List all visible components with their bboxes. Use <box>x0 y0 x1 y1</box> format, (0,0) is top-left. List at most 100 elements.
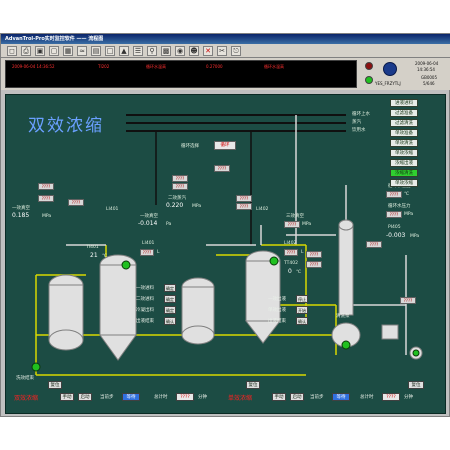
alarm-value: 0.27000 <box>206 64 223 69</box>
process-diagram: 双效浓缩 循环上水 蒸汽 饮用水 循环选择 循环 一效真空 0.185 MPa … <box>5 94 446 414</box>
side-btn-7[interactable]: 浓缩清洗 <box>390 169 418 177</box>
print-icon[interactable]: ⎙ <box>21 45 31 56</box>
ctl-left-button-1[interactable]: 确定 <box>164 295 176 303</box>
folder-icon[interactable]: ◻ <box>7 45 17 56</box>
q-box-6: ???? <box>214 165 230 172</box>
q-box-2: ???? <box>38 195 54 202</box>
side-btn-5[interactable]: 单效浓缩 <box>390 149 418 157</box>
right-press-label: 循环水压力 <box>388 204 411 209</box>
right-total-time-label: 总计时 <box>360 395 374 400</box>
pressure-label-1: 一效真空 <box>12 206 30 211</box>
right-temp-value: ???? <box>386 191 402 198</box>
side-btn-3[interactable]: 单效准备 <box>390 129 418 137</box>
alarm-datetime: 2009-06-04 14:36:52 <box>12 64 55 69</box>
app-window: AdvanTrol-Pro实时监控软件 —— 流程图 ◻ ⎙ ▣ ▢ ▦ ≈ ▤… <box>0 33 450 417</box>
reset-left-button[interactable]: 复位 <box>48 381 62 389</box>
left-section-title: 双效浓缩 <box>14 395 39 402</box>
level-unit: L <box>157 250 160 255</box>
q-box-5: ???? <box>172 183 188 190</box>
user-icon[interactable]: ☻ <box>189 45 199 56</box>
ctl-mid-button-2[interactable]: 确认 <box>296 317 308 325</box>
alarm-desc: 循环水温高 <box>146 64 166 69</box>
grid-icon[interactable]: ▤ <box>91 45 101 56</box>
ctl-left-label-1: 二效进料 <box>136 297 154 302</box>
left-total-time-label: 总计时 <box>154 395 168 400</box>
side-btn-6[interactable]: 浓缩出液 <box>390 159 418 167</box>
logo-icon <box>383 62 397 76</box>
side-btn-1[interactable]: 过滤准备 <box>390 109 418 117</box>
ctl-mid-label-2: 出液结束 <box>268 319 286 324</box>
right-manual-button[interactable]: 手动 <box>272 393 286 401</box>
steam-unit: MPa <box>192 204 202 209</box>
right-time-value: ???? <box>382 393 400 401</box>
process-title: 双效浓缩 <box>28 116 104 136</box>
temp-label: TI401 <box>86 245 99 250</box>
report-icon[interactable]: ☰ <box>133 45 143 56</box>
zoom-icon[interactable]: ⚲ <box>147 45 157 56</box>
pressure-value-1: 0.185 <box>12 212 30 219</box>
side-btn-2[interactable]: 过滤清洗 <box>390 119 418 127</box>
left-start-button[interactable]: 启动 <box>78 393 92 401</box>
window-title: AdvanTrol-Pro实时监控软件 —— 流程图 <box>1 34 450 44</box>
steam-label: 二效蒸汽 <box>168 196 186 201</box>
water-label-2: 蒸汽 <box>352 120 361 125</box>
left-current-step-label: 当前步 <box>100 395 114 400</box>
close-icon[interactable]: ✕ <box>203 45 213 56</box>
exit-icon[interactable]: ⎋ <box>231 45 241 56</box>
lock-icon[interactable]: ◉ <box>175 45 185 56</box>
monitor-icon[interactable]: ▢ <box>49 45 59 56</box>
right-section-title: 单效浓缩 <box>228 395 253 402</box>
q-box-3: ???? <box>68 199 84 206</box>
bottom-control-bar: 复位 洗效结束 复位 复位 双效浓缩 手动 启动 当前步 等待 总计时 ????… <box>6 376 447 415</box>
ctl-left-button-3[interactable]: 确认 <box>164 317 176 325</box>
q-box-12: ???? <box>400 297 416 304</box>
run-lamp-icon <box>365 76 373 84</box>
tank-label-li401: LI401 <box>106 207 119 212</box>
right-press-unit: MPa <box>404 212 414 217</box>
left-manual-button[interactable]: 手动 <box>60 393 74 401</box>
reset-mid-button[interactable]: 复位 <box>246 381 260 389</box>
alarm-lamp-icon <box>365 62 373 70</box>
side-btn-0[interactable]: 进液进料 <box>390 99 418 107</box>
q-box-9: ???? <box>306 251 322 258</box>
q-box-11: ???? <box>366 241 382 248</box>
left-clean-label: 洗效结束 <box>16 376 34 381</box>
ctl-left-label-3: 出液结束 <box>136 319 154 324</box>
q-box-4: ???? <box>172 175 188 182</box>
ctl-left-button-0[interactable]: 确定 <box>164 284 176 292</box>
pressure-unit-1: MPa <box>42 214 52 219</box>
side-btn-8[interactable]: 单效浓缩 <box>390 179 418 187</box>
side-btn-4[interactable]: 单效清洗 <box>390 139 418 147</box>
chart-icon[interactable]: ▦ <box>63 45 73 56</box>
right-temp-unit: ℃ <box>404 192 410 197</box>
group-icon[interactable]: ▩ <box>161 45 171 56</box>
right-step-value: 等待 <box>332 393 350 401</box>
status-panel: 2009-06-04 14:36:54 YES_FRZYTLJ GB0005 5… <box>361 60 447 88</box>
tt-label: TT402 <box>284 261 299 266</box>
ctl-left-button-2[interactable]: 确定 <box>164 306 176 314</box>
screen-icon[interactable]: □ <box>105 45 115 56</box>
reset-right-button[interactable]: 复位 <box>408 381 424 389</box>
water-label-3: 饮用水 <box>352 128 366 133</box>
mode-label: 循环选择 <box>181 144 199 149</box>
alarm-list[interactable]: 2009-06-04 14:36:52 TI202 循环水温高 0.27000 … <box>5 60 357 88</box>
vacuum-value-2: ???? <box>284 221 300 228</box>
save-icon[interactable]: ▣ <box>35 45 45 56</box>
alarm-tag: TI202 <box>98 64 110 69</box>
pi-value: -0.003 <box>386 232 406 239</box>
ctl-mid-button-1[interactable]: 开始 <box>296 306 308 314</box>
alarm-bar: 2009-06-04 14:36:52 TI202 循环水温高 0.27000 … <box>1 58 450 90</box>
temp-unit: ℃ <box>102 254 108 259</box>
status-date: 2009-06-04 <box>415 61 439 66</box>
mode-select[interactable]: 循环 <box>214 141 236 150</box>
alarm-icon[interactable]: ▲ <box>119 45 129 56</box>
level-label: LI401 <box>142 241 155 246</box>
left-minutes-label: 分钟 <box>198 395 207 400</box>
right-start-button[interactable]: 启动 <box>290 393 304 401</box>
trend-icon[interactable]: ≈ <box>77 45 87 56</box>
cut-icon[interactable]: ✂ <box>217 45 227 56</box>
right-minutes-label: 分钟 <box>404 395 413 400</box>
ctl-mid-button-0[interactable]: 停止 <box>296 295 308 303</box>
right-current-step-label: 当前步 <box>310 395 324 400</box>
level-value: ???? <box>140 249 154 256</box>
